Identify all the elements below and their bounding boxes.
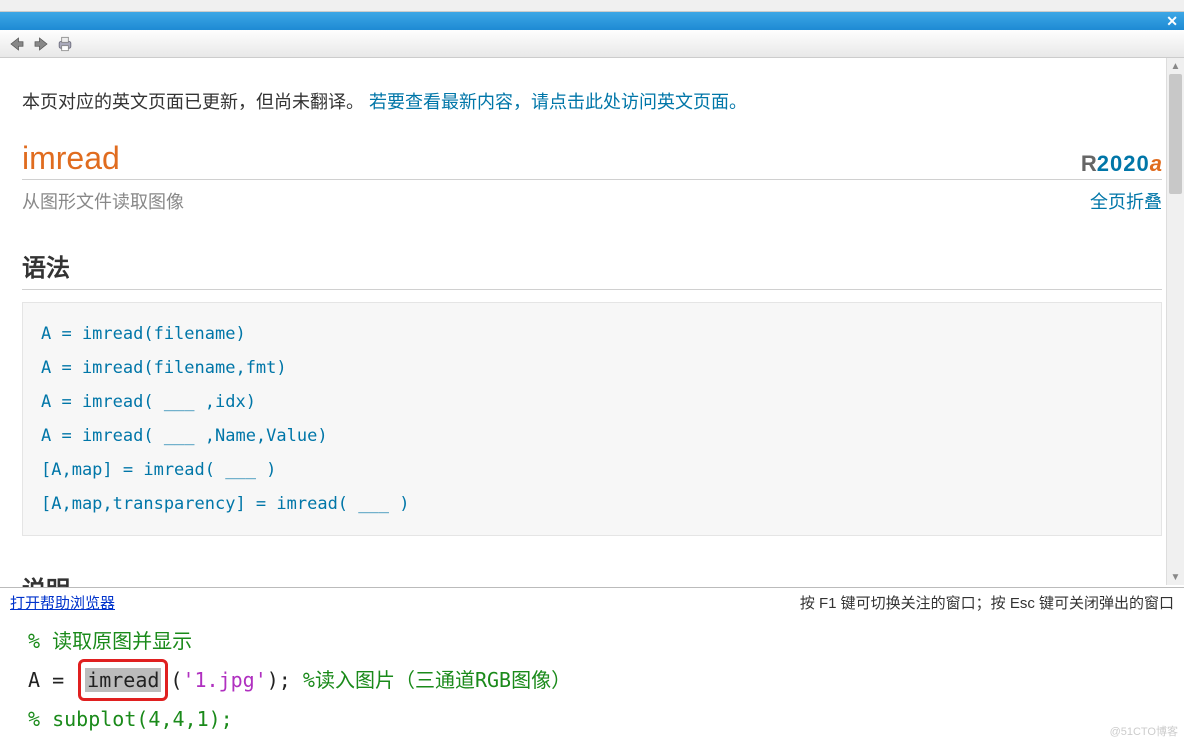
release-label: R2020a <box>1081 151 1162 177</box>
help-popup-window: ✕ 本页对应的英文页面已更新，但尚未翻译。 若要查看最新内容，请点击此处访问英文… <box>0 0 1184 741</box>
collapse-all-link[interactable]: 全页折叠 <box>1090 188 1162 214</box>
print-button[interactable] <box>54 33 76 55</box>
editor-pane[interactable]: % 读取原图并显示 A = imread('1.jpg'); %读入图片（三通道… <box>0 617 1184 741</box>
syntax-section: 语法 A = imread(filename) A = imread(filen… <box>22 248 1162 536</box>
help-footer-bar: 打开帮助浏览器 按 F1 键可切换关注的窗口；按 Esc 键可关闭弹出的窗口 <box>0 587 1184 617</box>
arrow-right-icon <box>32 35 50 53</box>
vertical-scrollbar[interactable]: ▲ ▼ <box>1166 58 1184 585</box>
arrow-left-icon <box>8 35 26 53</box>
open-help-browser-link[interactable]: 打开帮助浏览器 <box>10 592 115 613</box>
title-row: imread R2020a <box>22 140 1162 180</box>
function-subtitle: 从图形文件读取图像 <box>22 188 184 214</box>
translation-notice: 本页对应的英文页面已更新，但尚未翻译。 若要查看最新内容，请点击此处访问英文页面… <box>22 88 1162 114</box>
highlighted-function: imread <box>85 668 161 692</box>
scroll-thumb[interactable] <box>1169 74 1182 194</box>
titlebar: ✕ <box>0 12 1184 30</box>
subtitle-row: 从图形文件读取图像 全页折叠 <box>22 188 1162 214</box>
printer-icon <box>55 34 75 54</box>
close-icon[interactable]: ✕ <box>1166 13 1178 30</box>
function-name: imread <box>22 140 120 177</box>
notice-text: 本页对应的英文页面已更新，但尚未翻译。 <box>22 92 369 112</box>
scroll-down-icon[interactable]: ▼ <box>1167 569 1184 585</box>
scroll-up-icon[interactable]: ▲ <box>1167 58 1184 74</box>
background-strip <box>0 0 1184 12</box>
editor-line-1: % 读取原图并显示 <box>28 623 1174 659</box>
back-button[interactable] <box>6 33 28 55</box>
toolbar <box>0 30 1184 58</box>
forward-button[interactable] <box>30 33 52 55</box>
help-content: 本页对应的英文页面已更新，但尚未翻译。 若要查看最新内容，请点击此处访问英文页面… <box>0 58 1184 611</box>
keyboard-hint: 按 F1 键可切换关注的窗口；按 Esc 键可关闭弹出的窗口 <box>800 592 1174 613</box>
syntax-heading: 语法 <box>22 248 1162 290</box>
notice-link[interactable]: 若要查看最新内容，请点击此处访问英文页面。 <box>369 92 747 112</box>
editor-line-2: A = imread('1.jpg'); %读入图片（三通道RGB图像） <box>28 659 1174 701</box>
watermark: @51CTO博客 <box>1110 723 1178 739</box>
editor-line-3: % subplot(4,4,1); <box>28 701 1174 737</box>
syntax-code-block: A = imread(filename) A = imread(filename… <box>22 302 1162 536</box>
highlighted-function-box: imread <box>78 659 168 701</box>
